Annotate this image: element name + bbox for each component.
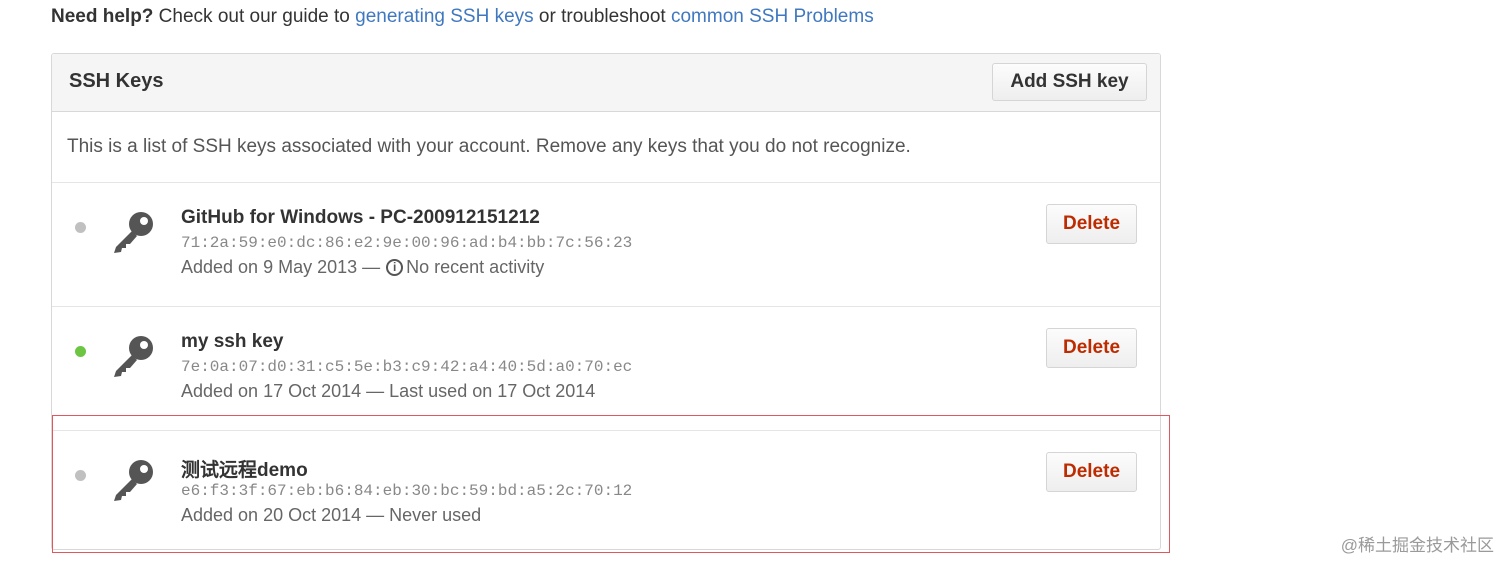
generating-ssh-keys-link[interactable]: generating SSH keys — [355, 6, 534, 27]
delete-button[interactable]: Delete — [1046, 452, 1137, 492]
key-icon — [114, 212, 153, 253]
ssh-key-row: my ssh key 7e:0a:07:d0:31:c5:5e:b3:c9:42… — [52, 307, 1160, 431]
key-activity: No recent activity — [406, 257, 545, 277]
status-dot — [75, 470, 86, 481]
key-title: 测试远程demo — [181, 460, 308, 481]
help-text-2: or troubleshoot — [533, 6, 671, 27]
panel-title: SSH Keys — [69, 70, 164, 92]
key-added: Added on 9 May 2013 — — [181, 257, 381, 277]
key-meta: Added on 9 May 2013 — i No recent activi… — [181, 257, 544, 278]
help-prefix: Need help? — [51, 6, 154, 27]
key-icon — [114, 460, 153, 501]
panel-intro: This is a list of SSH keys associated wi… — [52, 112, 1160, 183]
info-icon: i — [386, 259, 404, 276]
key-title: GitHub for Windows - PC-200912151212 — [181, 207, 540, 228]
key-meta: Added on 20 Oct 2014 — Never used — [181, 505, 481, 526]
ssh-key-row: GitHub for Windows - PC-200912151212 71:… — [52, 183, 1160, 307]
key-icon — [114, 336, 153, 377]
key-meta: Added on 17 Oct 2014 — Last used on 17 O… — [181, 381, 595, 402]
key-fingerprint: 7e:0a:07:d0:31:c5:5e:b3:c9:42:a4:40:5d:a… — [181, 358, 633, 376]
status-dot-active — [75, 346, 86, 357]
key-title: my ssh key — [181, 331, 284, 352]
key-added: Added on 17 Oct 2014 — Last used on 17 O… — [181, 381, 596, 401]
ssh-key-row: 测试远程demo e6:f3:3f:67:eb:b6:84:eb:30:bc:5… — [52, 431, 1160, 554]
panel-header: SSH Keys Add SSH key — [52, 54, 1160, 112]
intro-text: This is a list of SSH keys associated wi… — [67, 136, 911, 157]
help-text-1: Check out our guide to — [153, 6, 356, 27]
status-dot — [75, 222, 86, 233]
watermark: @稀土掘金技术社区 — [1340, 536, 1494, 555]
key-fingerprint: 71:2a:59:e0:dc:86:e2:9e:00:96:ad:b4:bb:7… — [181, 234, 633, 252]
delete-button[interactable]: Delete — [1046, 328, 1137, 368]
delete-button[interactable]: Delete — [1046, 204, 1137, 244]
common-ssh-problems-link[interactable]: common SSH Problems — [671, 6, 874, 27]
key-added: Added on 20 Oct 2014 — Never used — [181, 505, 482, 525]
add-ssh-key-button[interactable]: Add SSH key — [992, 63, 1147, 101]
help-text: Need help? Check out our guide to genera… — [51, 6, 874, 28]
key-fingerprint: e6:f3:3f:67:eb:b6:84:eb:30:bc:59:bd:a5:2… — [181, 482, 633, 500]
ssh-keys-panel: SSH Keys Add SSH key This is a list of S… — [51, 53, 1161, 550]
